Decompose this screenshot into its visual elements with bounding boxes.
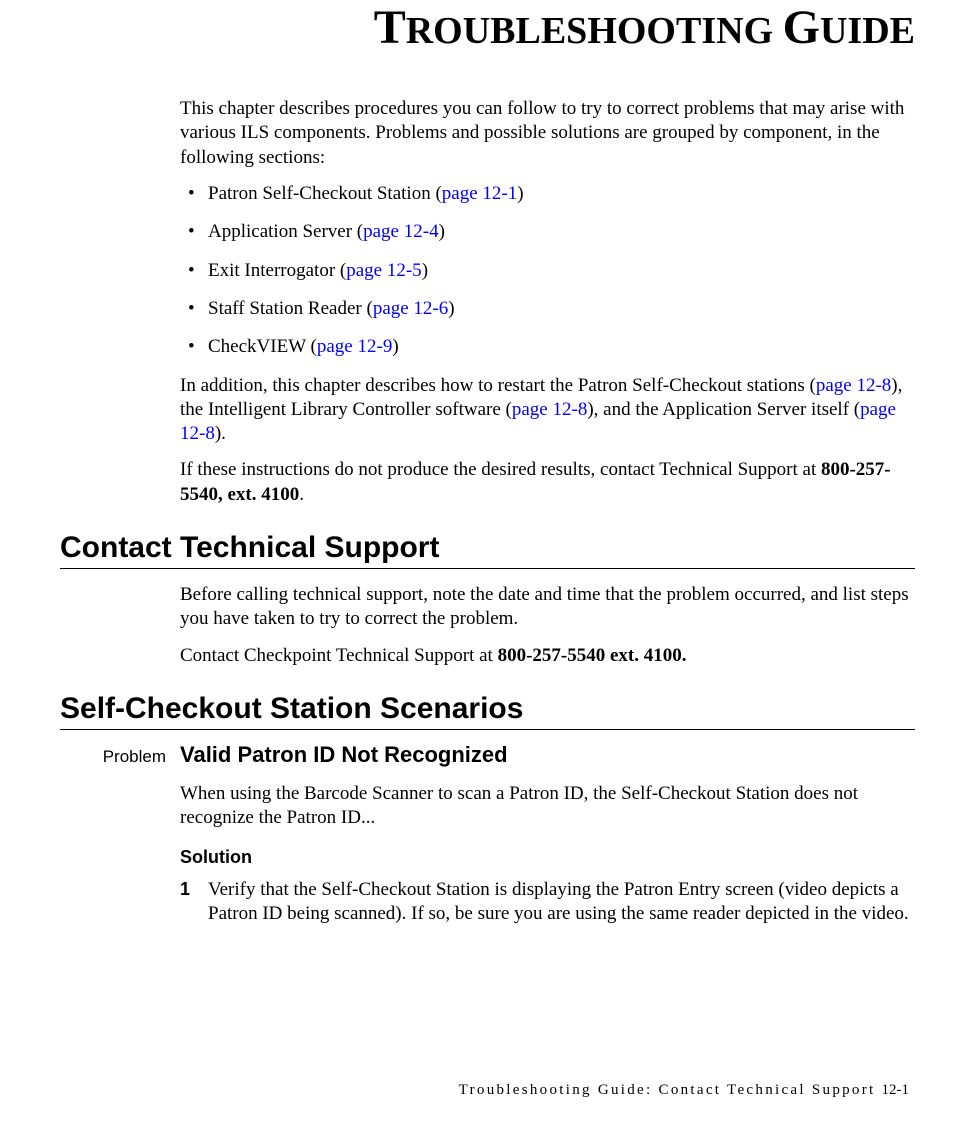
page-link[interactable]: page 12-8: [512, 399, 587, 420]
support-paragraph: If these instructions do not produce the…: [180, 458, 915, 507]
section-heading-scenarios: Self-Checkout Station Scenarios: [60, 692, 915, 730]
list-item: Patron Self-Checkout Station (page 12-1): [180, 182, 915, 206]
page-link[interactable]: page 12-8: [816, 375, 891, 396]
page-link[interactable]: page 12-6: [373, 298, 448, 319]
solution-heading: Solution: [180, 847, 915, 868]
contact-phone: Contact Checkpoint Technical Support at …: [180, 644, 915, 668]
page-link[interactable]: page 12-4: [363, 221, 438, 242]
contact-note: Before calling technical support, note t…: [180, 583, 915, 632]
intro-paragraph: This chapter describes procedures you ca…: [180, 97, 915, 170]
page-link[interactable]: page 12-1: [442, 183, 517, 204]
list-item: CheckVIEW (page 12-9): [180, 335, 915, 359]
page-link[interactable]: page 12-9: [317, 336, 392, 357]
list-item: Exit Interrogator (page 12-5): [180, 259, 915, 283]
section-heading-contact: Contact Technical Support: [60, 531, 915, 569]
component-list: Patron Self-Checkout Station (page 12-1)…: [180, 182, 915, 360]
problem-title: Valid Patron ID Not Recognized: [180, 742, 508, 768]
list-item: Staff Station Reader (page 12-6): [180, 297, 915, 321]
problem-label: Problem: [60, 747, 180, 767]
chapter-title: TROUBLESHOOTING GUIDE: [60, 0, 915, 55]
page-number: 12-1: [882, 1082, 910, 1098]
solution-step: 1 Verify that the Self-Checkout Station …: [180, 878, 915, 927]
list-item: Application Server (page 12-4): [180, 220, 915, 244]
restart-paragraph: In addition, this chapter describes how …: [180, 374, 915, 447]
solution-steps: 1 Verify that the Self-Checkout Station …: [180, 878, 915, 927]
page-footer: Troubleshooting Guide: Contact Technical…: [459, 1082, 909, 1099]
page-link[interactable]: page 12-5: [346, 260, 421, 281]
problem-description: When using the Barcode Scanner to scan a…: [180, 782, 915, 831]
